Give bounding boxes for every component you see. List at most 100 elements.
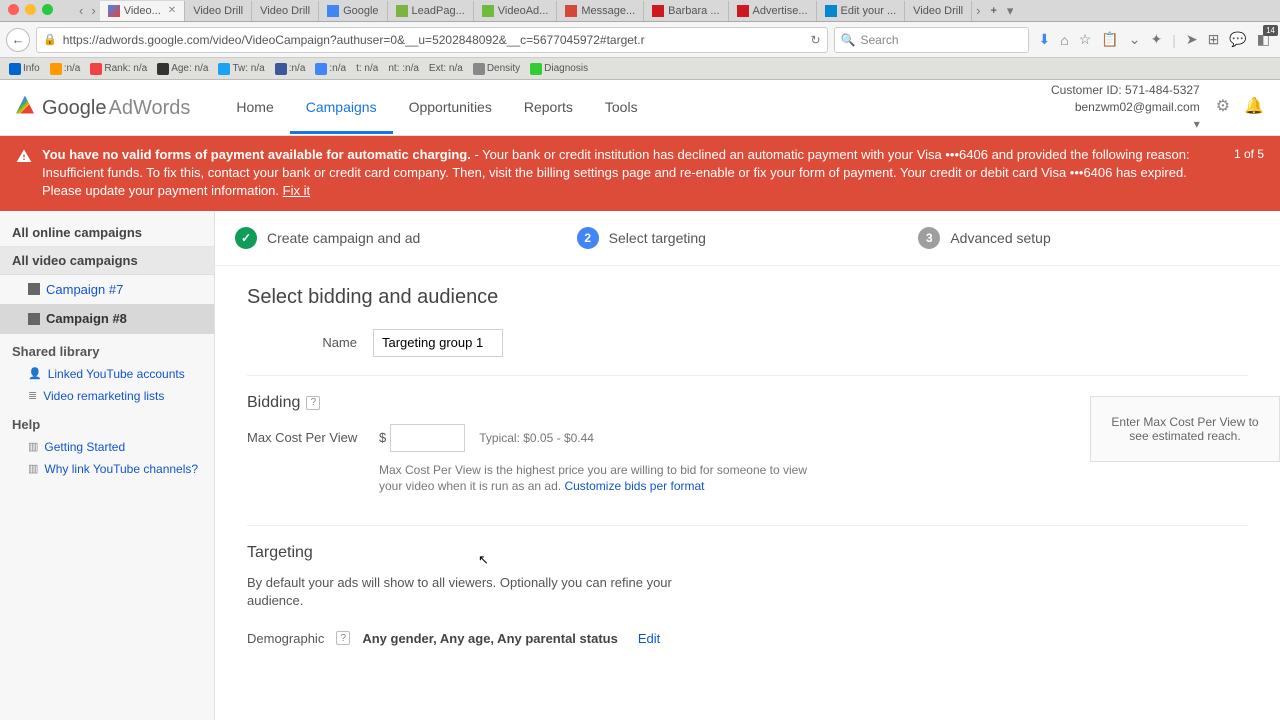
close-icon[interactable] bbox=[8, 4, 19, 15]
browser-tab-bar: ‹ › Video... ✕ Video Drill Video Drill Go… bbox=[0, 0, 1280, 22]
nav-opportunities[interactable]: Opportunities bbox=[393, 81, 508, 134]
bookmark-item[interactable]: :n/a bbox=[47, 63, 84, 75]
bookmark-item[interactable]: Density bbox=[470, 63, 523, 75]
bookmark-item[interactable]: Tw: n/a bbox=[215, 63, 267, 75]
bookmark-item[interactable]: :n/a bbox=[272, 63, 309, 75]
payment-alert: You have no valid forms of payment avail… bbox=[0, 136, 1280, 211]
nav-campaigns[interactable]: Campaigns bbox=[290, 81, 393, 134]
browser-tab[interactable]: Video... ✕ bbox=[100, 1, 186, 21]
targeting-title: Targeting bbox=[247, 544, 1248, 562]
tab-close-icon[interactable]: ✕ bbox=[168, 5, 176, 16]
maximize-icon[interactable] bbox=[42, 4, 53, 15]
bookmark-item[interactable]: t: n/a bbox=[353, 63, 381, 74]
adwords-logo[interactable]: Google AdWords bbox=[16, 96, 190, 120]
max-cpv-input[interactable] bbox=[390, 424, 465, 452]
back-button[interactable]: ← bbox=[6, 28, 30, 52]
bm-icon bbox=[275, 63, 287, 75]
divider bbox=[247, 525, 1248, 526]
apps-icon[interactable]: ⊞ bbox=[1208, 31, 1220, 48]
sidebar-campaign-7[interactable]: Campaign #7 bbox=[0, 275, 214, 305]
customize-bids-link[interactable]: Customize bids per format bbox=[564, 479, 704, 493]
nav-reports[interactable]: Reports bbox=[508, 81, 589, 134]
account-dropdown[interactable]: Customer ID: 571-484-5327 benzwm02@gmail… bbox=[1051, 82, 1200, 132]
bookmark-item[interactable]: Diagnosis bbox=[527, 63, 591, 75]
new-tab-button[interactable]: + bbox=[984, 5, 1002, 17]
name-input[interactable] bbox=[373, 329, 503, 357]
download-icon[interactable]: ⬇ bbox=[1039, 31, 1051, 48]
bookmark-item[interactable]: Ext: n/a bbox=[426, 63, 466, 74]
url-field[interactable]: 🔒 https://adwords.google.com/video/Video… bbox=[36, 27, 828, 53]
bookmark-item[interactable]: Info bbox=[6, 63, 43, 75]
url-text: https://adwords.google.com/video/VideoCa… bbox=[63, 33, 805, 47]
sidebar-remarketing[interactable]: ≣Video remarketing lists bbox=[0, 385, 214, 407]
section-title: Select bidding and audience bbox=[247, 286, 1248, 309]
step-3[interactable]: 3 Advanced setup bbox=[918, 227, 1260, 249]
bookmark-item[interactable]: nt: :n/a bbox=[385, 63, 422, 74]
home-icon[interactable]: ⌂ bbox=[1060, 32, 1068, 48]
browser-tab[interactable]: Google bbox=[319, 1, 387, 21]
pocket-icon[interactable]: ⌄ bbox=[1129, 31, 1141, 48]
bell-icon[interactable]: 🔔 bbox=[1244, 96, 1264, 118]
help-icon[interactable]: ? bbox=[336, 631, 350, 645]
tab-nav-right-icon[interactable]: › bbox=[87, 3, 99, 18]
browser-tab[interactable]: Barbara ... bbox=[644, 1, 728, 21]
help-icon[interactable]: ? bbox=[306, 396, 320, 410]
step-1[interactable]: ✓ Create campaign and ad bbox=[235, 227, 577, 249]
browser-tab[interactable]: Video Drill bbox=[905, 1, 972, 21]
sidebar-why-link-youtube[interactable]: ▥Why link YouTube channels? bbox=[0, 458, 214, 480]
warning-icon bbox=[16, 148, 32, 164]
bm-icon bbox=[218, 63, 230, 75]
sidebar-campaign-8[interactable]: Campaign #8 bbox=[0, 304, 214, 334]
person-icon: 👤 bbox=[28, 367, 42, 380]
bm-icon bbox=[315, 63, 327, 75]
edit-demographic-link[interactable]: Edit bbox=[638, 631, 660, 646]
step-2[interactable]: 2 Select targeting bbox=[577, 227, 919, 249]
book-icon: ▥ bbox=[28, 440, 38, 453]
notification-icon[interactable]: ◧ bbox=[1257, 31, 1270, 48]
tab-nav-left-icon[interactable]: ‹ bbox=[75, 3, 87, 18]
bm-icon bbox=[473, 63, 485, 75]
sidebar-all-online[interactable]: All online campaigns bbox=[0, 219, 214, 247]
list-icon: ≣ bbox=[28, 389, 37, 402]
bookmark-item[interactable]: Rank: n/a bbox=[87, 63, 150, 75]
tab-label: Video Drill bbox=[260, 5, 310, 17]
browser-tab[interactable]: Video Drill bbox=[185, 1, 252, 21]
chat-icon[interactable]: 💬 bbox=[1229, 31, 1246, 48]
fix-it-link[interactable]: Fix it bbox=[283, 183, 310, 198]
bm-icon bbox=[50, 63, 62, 75]
browser-tab[interactable]: Edit your ... bbox=[817, 1, 906, 21]
content-area: Select bidding and audience Name Bidding… bbox=[215, 266, 1280, 666]
account-area: Customer ID: 571-484-5327 benzwm02@gmail… bbox=[1051, 82, 1264, 132]
nav-tools[interactable]: Tools bbox=[589, 81, 654, 134]
mac-window-controls[interactable] bbox=[8, 4, 53, 15]
tab-label: Video... bbox=[124, 5, 161, 17]
bookmark-item[interactable]: :n/a bbox=[312, 63, 349, 75]
browser-tab[interactable]: VideoAd... bbox=[474, 1, 558, 21]
sidebar-all-video[interactable]: All video campaigns bbox=[0, 247, 214, 275]
bm-icon bbox=[157, 63, 169, 75]
tab-overflow-right-icon[interactable]: › bbox=[972, 3, 984, 18]
browser-tab[interactable]: LeadPag... bbox=[388, 1, 474, 21]
search-field[interactable]: 🔍 Search bbox=[834, 27, 1029, 53]
step-number-icon: 3 bbox=[918, 227, 940, 249]
star-icon[interactable]: ☆ bbox=[1079, 31, 1092, 48]
sidebar-linked-youtube[interactable]: 👤Linked YouTube accounts bbox=[0, 363, 214, 385]
bookmark-item[interactable]: Age: n/a bbox=[154, 63, 211, 75]
nav-home[interactable]: Home bbox=[220, 81, 289, 134]
tab-label: Advertise... bbox=[753, 5, 808, 17]
gear-icon[interactable]: ⚙ bbox=[1216, 96, 1230, 118]
minimize-icon[interactable] bbox=[25, 4, 36, 15]
refresh-icon[interactable]: ↻ bbox=[810, 33, 820, 47]
stepper: ✓ Create campaign and ad 2 Select target… bbox=[215, 211, 1280, 266]
browser-tab[interactable]: Message... bbox=[557, 1, 644, 21]
campaign-icon bbox=[28, 313, 40, 325]
send-icon[interactable]: ➤ bbox=[1186, 31, 1198, 48]
browser-tab[interactable]: Advertise... bbox=[729, 1, 817, 21]
clipboard-icon[interactable]: 📋 bbox=[1101, 31, 1118, 48]
tab-label: Video Drill bbox=[193, 5, 243, 17]
puzzle-icon[interactable]: ✦ bbox=[1150, 31, 1162, 48]
sidebar-getting-started[interactable]: ▥Getting Started bbox=[0, 436, 214, 458]
browser-tab[interactable]: Video Drill bbox=[252, 1, 319, 21]
adwords-header: Google AdWords Home Campaigns Opportunit… bbox=[0, 80, 1280, 136]
tab-menu-icon[interactable]: ▾ bbox=[1003, 3, 1018, 19]
